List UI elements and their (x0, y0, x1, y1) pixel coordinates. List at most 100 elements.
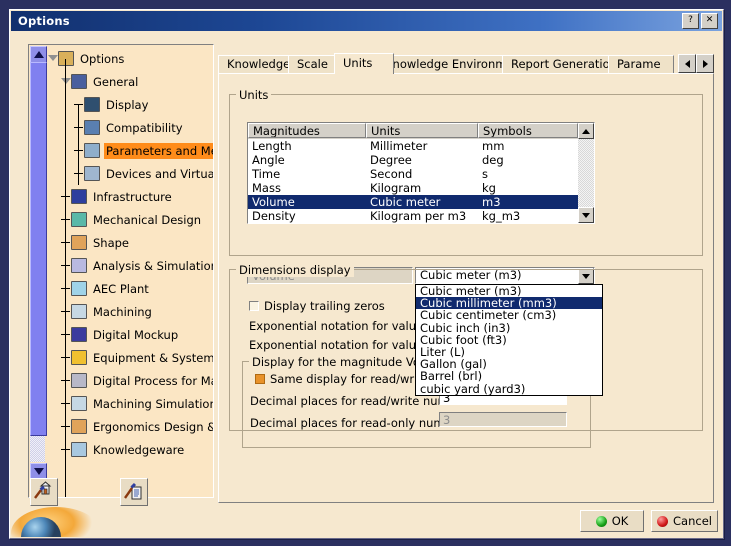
units-table-scrollbar[interactable] (578, 123, 594, 223)
cell-magnitude: Mass (252, 181, 281, 195)
sidebar-item-label: Mechanical Design (93, 212, 202, 227)
decimal-read-only-label: Decimal places for read-only numbers (250, 416, 470, 430)
sidebar-item-machining[interactable]: Machining (48, 300, 211, 323)
dropdown-option[interactable]: Cubic inch (in3) (416, 321, 602, 333)
display-trailing-zeros-checkbox[interactable] (249, 301, 259, 311)
sidebar-item-infrastructure[interactable]: Infrastructure (48, 185, 211, 208)
table-row[interactable]: Length Millimeter mm (248, 139, 594, 153)
sidebar-item-aec-plant[interactable]: AEC Plant (48, 277, 211, 300)
ok-button[interactable]: OK (580, 510, 644, 532)
display-trailing-zeros-row[interactable]: Display trailing zeros (249, 299, 385, 313)
cell-symbol: kg (482, 181, 496, 195)
reset-to-default-button[interactable] (30, 478, 58, 506)
tab-scroll-left-icon[interactable] (678, 54, 696, 73)
sidebar-item-label: Analysis & Simulation (93, 258, 214, 273)
column-header-magnitudes[interactable]: Magnitudes (248, 123, 366, 138)
dropdown-option[interactable]: Cubic centimeter (cm3) (416, 309, 602, 321)
dropdown-option[interactable]: Barrel (brl) (416, 370, 602, 382)
sidebar-item-equipment-systems[interactable]: Equipment & Systems (48, 346, 213, 369)
cell-unit: Second (370, 167, 413, 181)
parameters-report-button[interactable] (120, 478, 148, 506)
column-header-units[interactable]: Units (366, 123, 478, 138)
tree-node-icon (71, 258, 87, 273)
tree-node-icon (84, 120, 100, 135)
cell-symbol: deg (482, 153, 504, 167)
same-display-checkbox[interactable] (255, 374, 265, 384)
table-row[interactable]: Density Kilogram per m3 kg_m3 (248, 209, 594, 223)
tree-node-icon (71, 396, 87, 411)
tree-node-icon (71, 373, 87, 388)
dropdown-option[interactable]: cubic yard (yard3) (416, 382, 602, 394)
sidebar-item-general[interactable]: General (48, 70, 211, 93)
sidebar-item-mechanical-design[interactable]: Mechanical Design (48, 208, 211, 231)
cancel-button[interactable]: Cancel (651, 510, 718, 532)
scrollbar-thumb[interactable] (30, 62, 47, 436)
sidebar-item-ergonomics-design-analys[interactable]: Ergonomics Design & Analys (48, 415, 213, 438)
close-icon[interactable]: ✕ (701, 13, 718, 29)
help-button[interactable]: ? (682, 13, 699, 29)
options-tree: Options General Display Compatibility Parame… (48, 47, 214, 497)
table-row[interactable]: Volume Cubic meter m3 (248, 195, 594, 209)
sidebar-item-machining-simulation[interactable]: Machining Simulation (48, 392, 214, 415)
sidebar-item-digital-process-for-manufact[interactable]: Digital Process for Manufact (48, 369, 213, 392)
cell-magnitude: Length (252, 139, 292, 153)
units-table[interactable]: Magnitudes Units Symbols Length Millimeter m… (247, 122, 595, 224)
tree-node-icon (71, 442, 87, 457)
house-brush-icon (34, 481, 52, 499)
tree-connector (78, 105, 79, 185)
cancel-icon (657, 515, 669, 527)
tab-strip: Knowledge Scale Units Knowledge Environment… (218, 53, 714, 74)
cell-symbol: mm (482, 139, 505, 153)
sidebar-item-label: Machining (93, 304, 152, 319)
sidebar-item-devices-and-virtual-realit[interactable]: Devices and Virtual Realit (48, 162, 213, 185)
tab-units[interactable]: Units (334, 53, 394, 74)
cancel-label: Cancel (673, 514, 712, 528)
sidebar-item-knowledgeware[interactable]: Knowledgeware (48, 438, 211, 461)
tree-scrollbar[interactable] (29, 45, 47, 480)
unit-dropdown-list[interactable]: Cubic meter (m3) Cubic millimeter (mm3) Cu… (415, 284, 603, 396)
sidebar-item-label: Compatibility (106, 120, 183, 135)
sidebar-item-compatibility[interactable]: Compatibility (48, 116, 211, 139)
sidebar-item-label: Machining Simulation (93, 396, 214, 411)
cell-unit: Cubic meter (370, 195, 441, 209)
table-row[interactable]: Mass Kilogram kg (248, 181, 594, 195)
tree-node-icon (84, 166, 100, 181)
options-content-panel: Knowledge Scale Units Knowledge Environment… (218, 53, 714, 503)
tab-parame[interactable]: Parame (608, 55, 674, 74)
tree-node-icon (71, 419, 87, 434)
sidebar-item-label: Display (106, 97, 149, 112)
cell-symbol: s (482, 167, 488, 181)
options-dialog: Options ? ✕ Options General Display Compati… (9, 9, 724, 539)
sidebar-item-analysis-simulation[interactable]: Analysis & Simulation (48, 254, 214, 277)
table-row[interactable]: Angle Degree deg (248, 153, 594, 167)
ok-icon (595, 515, 607, 527)
sidebar-item-label: Digital Process for Manufact (93, 373, 213, 388)
sidebar-item-digital-mockup[interactable]: Digital Mockup (48, 323, 211, 346)
sidebar-item-label: Knowledgeware (93, 442, 185, 457)
sidebar-item-options[interactable]: Options (48, 47, 211, 70)
cell-unit: Kilogram per m3 (370, 209, 467, 223)
tree-expander-icon[interactable] (48, 54, 58, 63)
display-trailing-zeros-label: Display trailing zeros (264, 299, 385, 313)
units-tab-panel: Units Magnitudes Units Symbols Length Milli… (218, 73, 714, 503)
table-scroll-down-icon[interactable] (578, 207, 594, 223)
tab-scroll-buttons (678, 54, 714, 73)
sidebar-item-shape[interactable]: Shape (48, 231, 211, 254)
cell-symbol: kg_m3 (482, 209, 521, 223)
tree-node-icon (71, 74, 87, 89)
sidebar-item-label: AEC Plant (93, 281, 149, 296)
tab-scroll-right-icon[interactable] (696, 54, 714, 73)
column-header-symbols[interactable]: Symbols (478, 123, 578, 138)
table-row[interactable]: Time Second s (248, 167, 594, 181)
cell-magnitude: Time (252, 167, 281, 181)
tree-node-icon (71, 212, 87, 227)
units-table-body[interactable]: Length Millimeter mm Angle Degree deg Time Seco… (248, 139, 594, 223)
tab-knowledge-environment[interactable]: Knowledge Environment (376, 55, 525, 74)
scroll-up-icon[interactable] (30, 46, 47, 63)
sidebar-item-parameters-and-measure[interactable]: Parameters and Measure (48, 139, 213, 162)
sidebar-item-display[interactable]: Display (48, 93, 211, 116)
tree-toolbar (30, 478, 210, 508)
cell-magnitude: Angle (252, 153, 285, 167)
units-group-title: Units (236, 88, 272, 102)
table-scroll-up-icon[interactable] (578, 123, 594, 139)
